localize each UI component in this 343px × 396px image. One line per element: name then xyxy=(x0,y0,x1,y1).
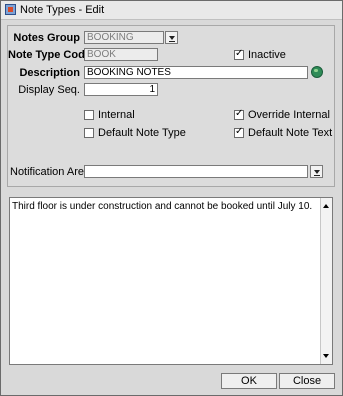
notes-group-field: BOOKING xyxy=(84,31,164,44)
notification-area-label: Notification Area xyxy=(10,166,91,178)
title-bar: Note Types - Edit xyxy=(1,1,342,20)
note-types-edit-window: Note Types - Edit Notes Group BOOKING No… xyxy=(0,0,343,396)
description-input[interactable]: BOOKING NOTES xyxy=(84,66,308,79)
display-seq-input[interactable]: 1 xyxy=(84,83,158,96)
note-type-form: Notes Group BOOKING Note Type Code BOOK … xyxy=(7,25,335,187)
notification-area-field[interactable] xyxy=(84,165,308,178)
notification-area-dropdown-button[interactable] xyxy=(310,165,323,178)
default-note-text-label: Default Note Text xyxy=(248,127,333,139)
internal-label: Internal xyxy=(98,109,135,121)
default-note-text-checkbox[interactable] xyxy=(234,126,244,138)
note-scrollbar[interactable] xyxy=(320,198,332,364)
app-icon xyxy=(5,4,16,15)
window-title: Note Types - Edit xyxy=(20,4,105,16)
note-type-code-label: Note Type Code xyxy=(8,49,91,61)
display-seq-label: Display Seq. xyxy=(18,84,80,96)
description-label: Description xyxy=(19,67,80,79)
default-note-type-label: Default Note Type xyxy=(98,127,186,139)
note-text-area[interactable]: Third floor is under construction and ca… xyxy=(9,197,333,365)
inactive-checkbox[interactable] xyxy=(234,48,244,60)
note-text: Third floor is under construction and ca… xyxy=(12,201,313,212)
override-internal-checkbox[interactable] xyxy=(234,108,244,120)
scroll-up-icon[interactable] xyxy=(323,204,329,208)
override-internal-label: Override Internal xyxy=(248,109,330,121)
default-note-type-checkbox[interactable] xyxy=(84,128,94,138)
note-type-code-field: BOOK xyxy=(84,48,158,61)
scroll-down-icon[interactable] xyxy=(323,354,329,358)
notes-group-label: Notes Group xyxy=(13,32,80,44)
notes-group-dropdown-button[interactable] xyxy=(165,31,178,44)
ok-button[interactable]: OK xyxy=(221,373,277,389)
globe-icon[interactable] xyxy=(311,66,323,78)
inactive-label: Inactive xyxy=(248,49,286,61)
close-button[interactable]: Close xyxy=(279,373,335,389)
internal-checkbox[interactable] xyxy=(84,110,94,120)
